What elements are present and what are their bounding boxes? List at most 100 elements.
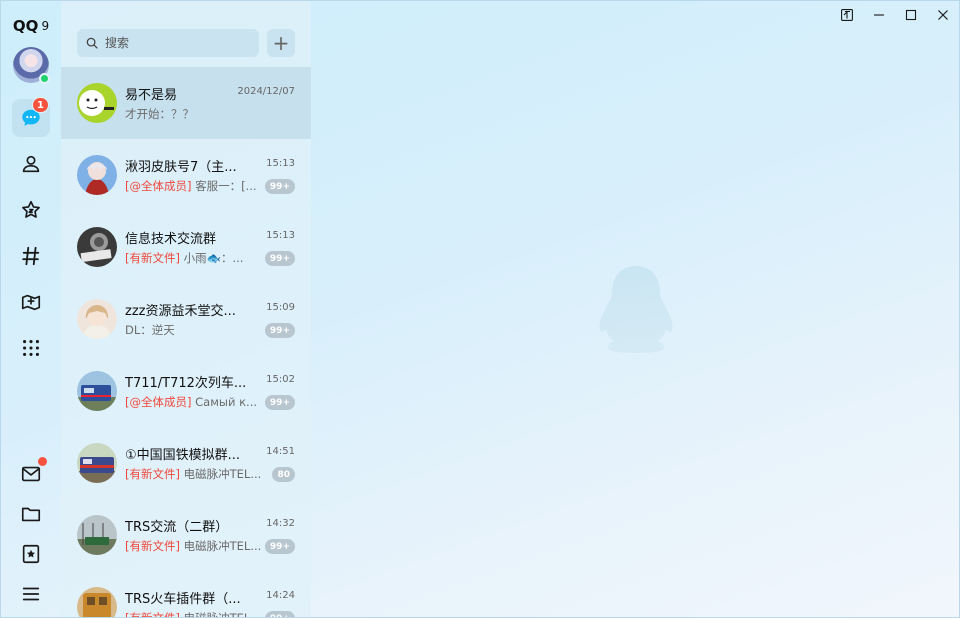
chat-list-item[interactable]: 湫羽皮肤号7（主... 15:13 [@全体成员] 客服一：[... 99+ [61, 139, 311, 211]
chat-preview: [有新文件] 电磁脉冲TEL... [125, 538, 263, 554]
window-controls [835, 5, 955, 25]
nav-saved-button[interactable] [12, 535, 50, 573]
chat-preview-text: 小雨🐟：... [179, 251, 244, 265]
chat-preview-tag: [有新文件] [125, 611, 180, 618]
chat-preview-tag: [@全体成员] [125, 395, 192, 409]
chat-list-item[interactable]: 信息技术交流群 15:13 [有新文件] 小雨🐟：... 99+ [61, 211, 311, 283]
chat-time: 15:02 [266, 374, 295, 385]
chat-preview-text: Самый к... [191, 395, 258, 409]
chat-list-item[interactable]: zzz资源益禾堂交... 15:09 DL：逆天 99+ [61, 283, 311, 355]
chat-list-item[interactable]: ①中国国铁模拟群... 14:51 [有新文件] 电磁脉冲TEL... 80 [61, 427, 311, 499]
chat-time: 15:13 [266, 230, 295, 241]
chat-preview-text: 电磁脉冲TEL... [179, 539, 262, 553]
online-status-icon [39, 73, 50, 84]
chat-name: zzz资源益禾堂交... [125, 304, 236, 319]
close-icon [938, 10, 948, 20]
chat-name: ①中国国铁模拟群... [125, 448, 241, 463]
unread-count-badge: 99+ [264, 395, 295, 410]
nav-channels-button[interactable] [12, 237, 50, 275]
chat-preview-text: 客服一：[... [191, 179, 257, 193]
chat-preview: [@全体成员] Самый к... [125, 394, 263, 410]
mail-notification-dot [38, 457, 47, 466]
unread-count-badge: 99+ [264, 323, 295, 338]
nav-rail: QQ 9 1 [1, 1, 61, 617]
chat-list-item[interactable]: T711/T712次列车... 15:02 [@全体成员] Самый к... 99… [61, 355, 311, 427]
minimize-button[interactable] [867, 5, 891, 25]
chat-preview: 才开始：？？ [125, 106, 263, 122]
chat-preview-tag: [有新文件] [125, 251, 180, 265]
chat-avatar [77, 587, 117, 617]
chat-preview: DL：逆天 [125, 322, 263, 338]
nav-messages-button[interactable]: 1 [12, 97, 50, 137]
chat-preview: [有新文件] 电磁脉冲TEL... [125, 466, 263, 482]
chat-time: 15:13 [266, 158, 295, 169]
unread-badge: 1 [32, 97, 49, 113]
unread-count-badge: 99+ [264, 179, 295, 194]
chat-name: TRS火车插件群（... [125, 592, 241, 607]
chat-preview-text: 电磁脉冲TEL... [179, 467, 262, 481]
nav-files-button[interactable] [12, 495, 50, 533]
chat-time: 14:32 [266, 518, 295, 529]
chat-name: 信息技术交流群 [125, 232, 217, 247]
sparkle-map-icon [21, 294, 41, 311]
grid-dots-icon [23, 340, 39, 356]
chat-avatar [77, 515, 117, 555]
pin-window-button[interactable] [835, 5, 859, 25]
mail-icon [21, 466, 41, 482]
chat-name: T711/T712次列车... [125, 376, 247, 391]
chat-time: 14:51 [266, 446, 295, 457]
unread-count-badge: 99+ [264, 251, 295, 266]
chat-time: 14:24 [266, 590, 295, 601]
chat-preview-text: 电磁脉冲TEL... [179, 611, 262, 618]
bookmark-star-icon [22, 544, 40, 564]
hamburger-menu-icon [22, 587, 40, 601]
chat-time: 2024/12/07 [237, 86, 295, 97]
chat-preview: [有新文件] 电磁脉冲TEL... [125, 610, 263, 618]
chat-name: 湫羽皮肤号7（主... [125, 160, 237, 175]
chat-list-item[interactable]: TRS火车插件群（... 14:24 [有新文件] 电磁脉冲TEL...99+ [61, 571, 311, 618]
chat-list-item[interactable]: TRS交流（二群） 14:32 [有新文件] 电磁脉冲TEL... 99+ [61, 499, 311, 571]
nav-apps-button[interactable] [12, 329, 50, 367]
star-icon [22, 200, 40, 218]
qq-penguin-watermark-icon [599, 266, 673, 353]
maximize-icon [905, 9, 917, 21]
search-input[interactable] [105, 36, 245, 50]
chat-preview-text: DL：逆天 [125, 323, 175, 337]
chat-preview: [@全体成员] 客服一：[... [125, 178, 263, 194]
chat-name: 易不是易 [125, 88, 178, 103]
nav-menu-button[interactable] [12, 575, 50, 613]
unread-count-badge: 99+ [264, 539, 295, 554]
unread-count-badge: 99+ [264, 611, 295, 617]
chat-name: TRS交流（二群） [125, 520, 229, 535]
main-content-area [311, 1, 959, 617]
chat-avatar [77, 443, 117, 483]
unread-count-badge: 80 [272, 467, 295, 482]
chat-preview-tag: [有新文件] [125, 467, 180, 481]
chat-preview: [有新文件] 小雨🐟：... [125, 250, 263, 266]
close-button[interactable] [931, 5, 955, 25]
pin-window-icon [841, 9, 853, 21]
folder-icon [21, 507, 41, 522]
search-icon [86, 37, 98, 49]
chat-list-item[interactable]: 易不是易 2024/12/07 才开始：？？ [61, 67, 311, 139]
chat-avatar [77, 155, 117, 195]
logo-text: QQ [12, 17, 39, 35]
app-logo: QQ 9 [13, 15, 49, 37]
chat-preview-text: 才开始：？？ [125, 107, 194, 121]
add-button[interactable]: + [267, 29, 295, 57]
hashtag-icon [22, 246, 40, 266]
maximize-button[interactable] [899, 5, 923, 25]
logo-version: 9 [41, 19, 50, 33]
search-box[interactable] [77, 29, 259, 57]
chat-avatar [77, 83, 117, 123]
nav-contacts-button[interactable] [12, 145, 50, 183]
chat-list-panel: + 易不是易2024/12/07才开始：？？湫羽皮肤号7（主...15:13[@… [61, 1, 311, 618]
nav-mail-button[interactable] [12, 455, 50, 493]
chat-avatar [77, 299, 117, 339]
nav-favorites-button[interactable] [12, 191, 50, 229]
search-row: + [77, 29, 295, 57]
chat-avatar [77, 227, 117, 267]
user-avatar[interactable] [13, 47, 50, 84]
nav-zone-button[interactable] [12, 283, 50, 321]
chat-list: 易不是易 2024/12/07 才开始：？？ 湫羽皮肤号7（主... 15:13 [@全体… [61, 67, 311, 618]
